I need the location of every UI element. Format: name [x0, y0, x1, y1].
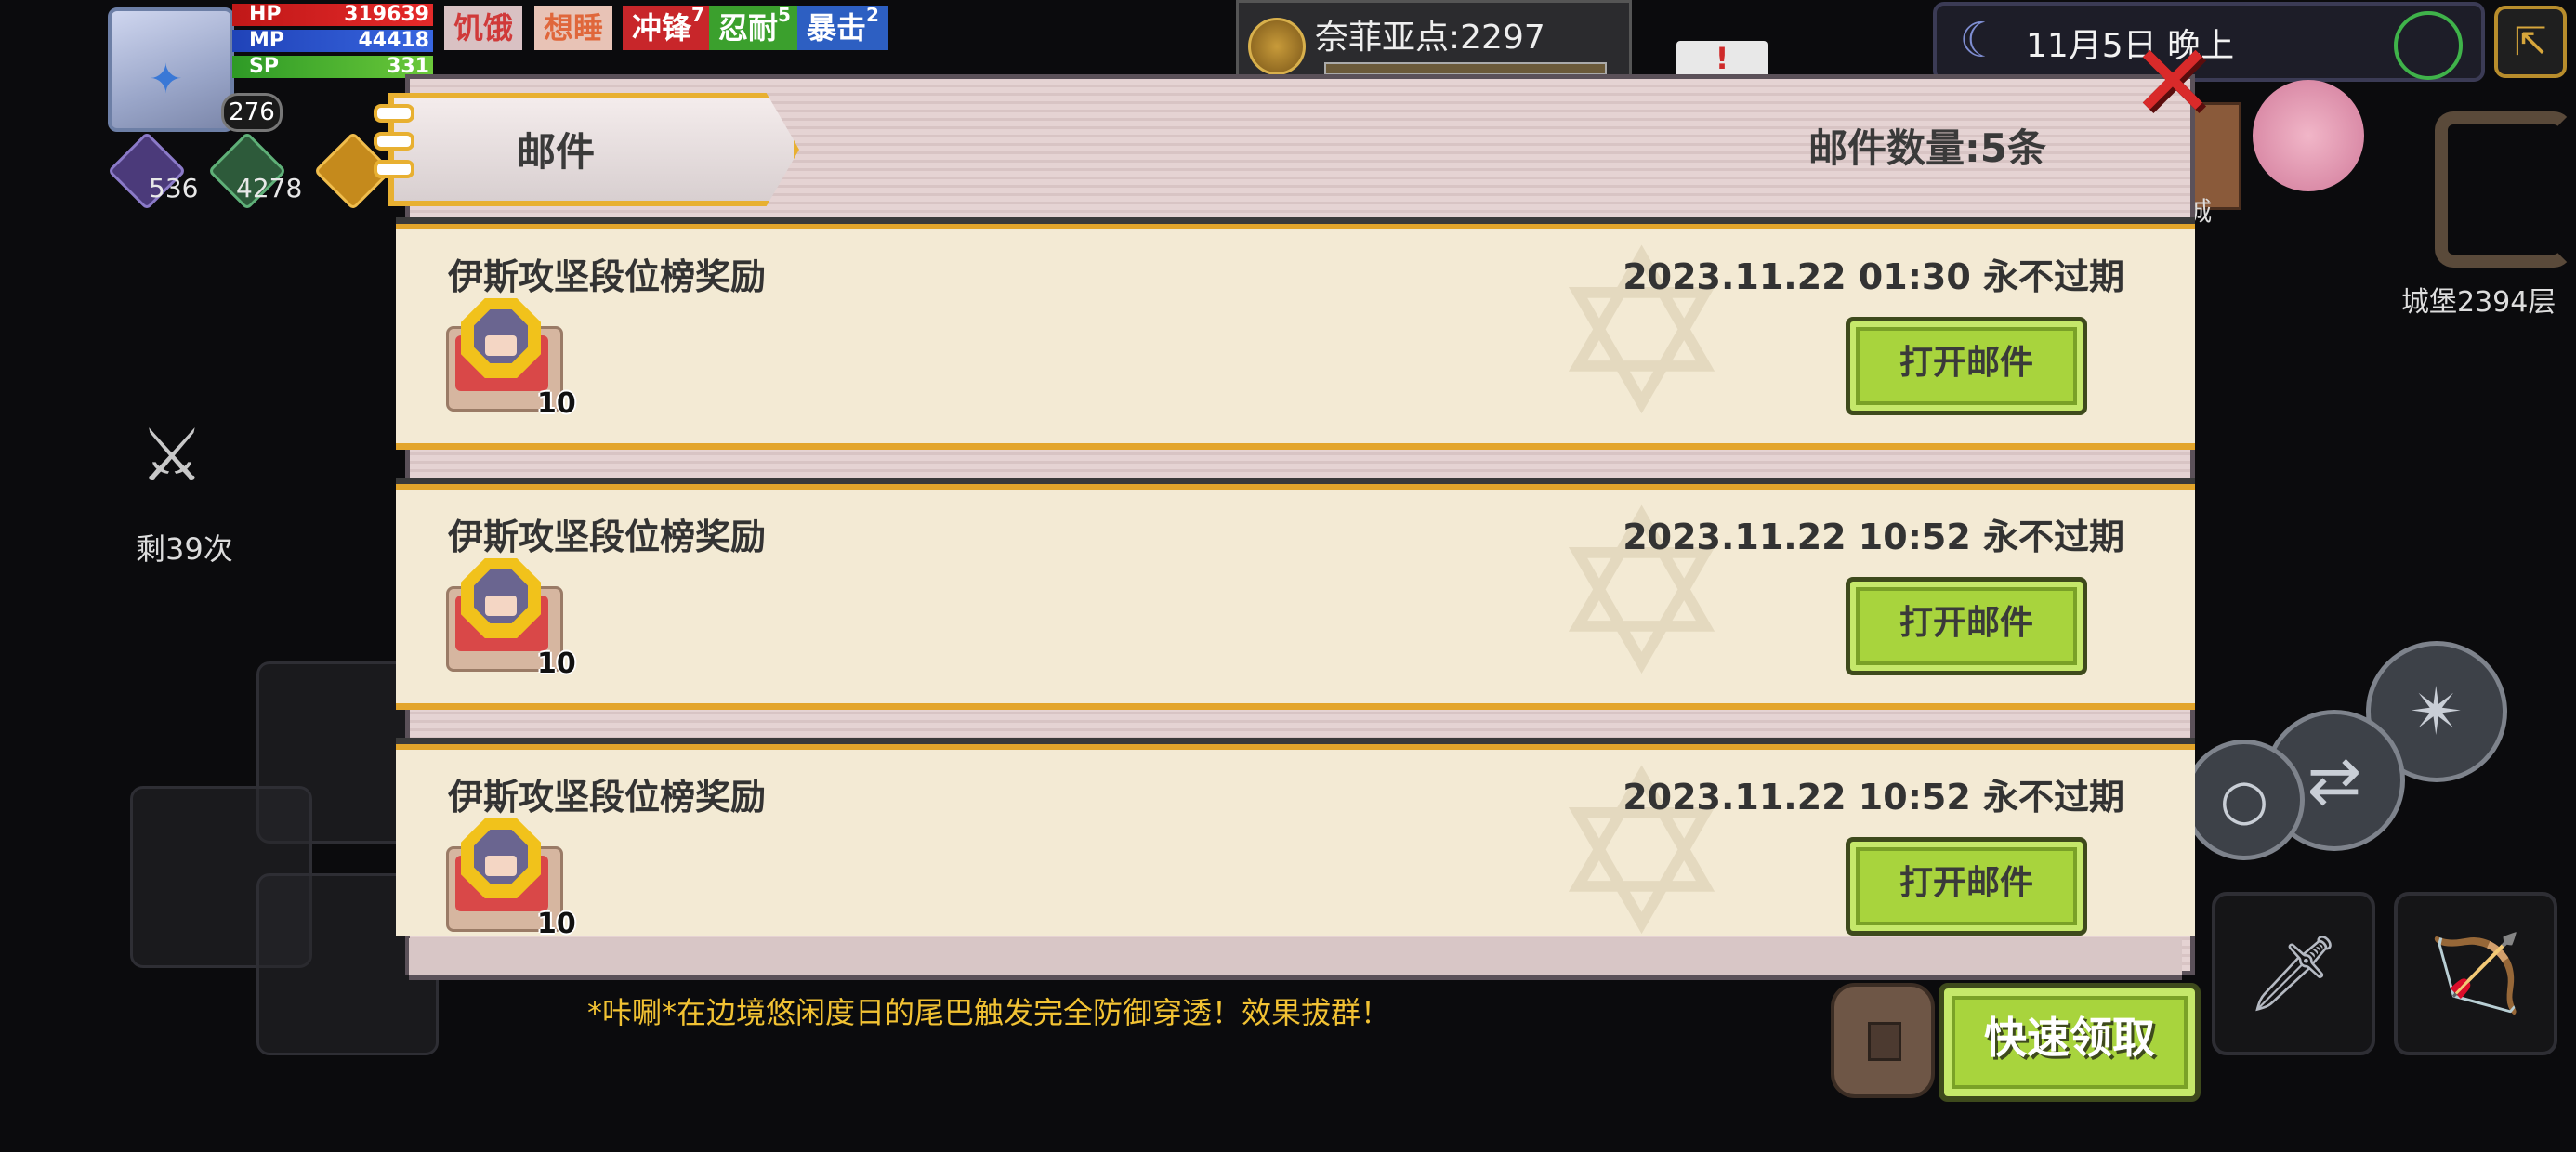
mail-item: ✡ 伊斯攻坚段位榜奖励 2023.11.22 01:30 永不过期 10 打开邮… — [396, 217, 2195, 450]
npc-portrait[interactable] — [2253, 80, 2364, 191]
open-mail-button[interactable]: 打开邮件 — [1846, 837, 2087, 936]
player-level: 276 — [221, 93, 283, 132]
bow-weapon-icon[interactable]: 🏹 — [2394, 892, 2557, 1055]
close-icon[interactable]: ✕ — [2128, 31, 2217, 133]
mail-subject: 伊斯攻坚段位榜奖励 — [448, 256, 767, 297]
mp-label: MP — [249, 29, 285, 52]
nephia-points: 奈菲亚点:2297 — [1315, 19, 1545, 57]
castle-floor: 城堡2394层 — [2401, 286, 2556, 319]
status-crit[interactable]: 暴击2 — [797, 6, 888, 50]
orb-count: 4278 — [236, 173, 303, 203]
search-icon[interactable]: ○ — [2184, 740, 2305, 860]
crystal-count: 536 — [149, 173, 199, 203]
backpack-icon[interactable] — [1831, 983, 1935, 1098]
quick-claim-button[interactable]: 快速领取 — [1939, 983, 2201, 1102]
combat-message: *咔唰*在边境悠闲度日的尾巴触发完全防御穿透！效果拔群！ — [587, 995, 1391, 1030]
minimap[interactable] — [2435, 111, 2572, 268]
exit-icon[interactable]: ⇱ — [2494, 6, 2567, 78]
sp-bar: SP 331 — [232, 56, 433, 78]
mail-title: 邮件 — [517, 129, 596, 175]
hp-label: HP — [249, 3, 282, 26]
mail-timestamp: 2023.11.22 10:52 永不过期 — [1623, 777, 2124, 818]
mail-panel-footer — [409, 938, 2182, 980]
status-charge[interactable]: 冲锋7 — [623, 6, 714, 50]
reward-item-icon[interactable]: 10 — [446, 818, 576, 940]
sp-label: SP — [249, 55, 279, 78]
mail-subject: 伊斯攻坚段位榜奖励 — [448, 517, 767, 557]
mail-count: 邮件数量:5条 — [1808, 125, 2047, 171]
mail-timestamp: 2023.11.22 10:52 永不过期 — [1623, 517, 2124, 557]
bow-icon: ✦ — [149, 56, 183, 103]
network-icon[interactable] — [2394, 11, 2463, 80]
mail-subject: 伊斯攻坚段位榜奖励 — [448, 777, 767, 818]
mail-title-tab: 邮件 — [388, 93, 799, 206]
mail-item: ✡ 伊斯攻坚段位榜奖励 2023.11.22 10:52 永不过期 10 打开邮… — [396, 478, 2195, 710]
crossed-swords-icon[interactable]: ⚔ — [139, 414, 204, 498]
reward-quantity: 10 — [537, 648, 576, 680]
remaining-attempts: 剩39次 — [136, 531, 233, 567]
binder-rings — [374, 104, 414, 190]
mp-bar: MP 44418 — [232, 30, 433, 52]
reward-quantity: 10 — [537, 387, 576, 420]
nephia-points-box[interactable]: 奈菲亚点:2297 — [1236, 0, 1632, 84]
hp-bar: HP 319639 — [232, 4, 433, 26]
reward-item-icon[interactable]: 10 — [446, 298, 576, 420]
open-mail-button[interactable]: 打开邮件 — [1846, 577, 2087, 675]
mail-item: ✡ 伊斯攻坚段位榜奖励 2023.11.22 10:52 永不过期 10 打开邮… — [396, 738, 2195, 965]
status-endure[interactable]: 忍耐5 — [709, 6, 800, 50]
moon-icon: ☾ — [1959, 13, 2003, 69]
mp-value: 44418 — [358, 29, 429, 52]
player-avatar[interactable]: ✦ — [108, 7, 234, 132]
reward-item-icon[interactable]: 10 — [446, 558, 576, 680]
nephia-emblem-icon — [1248, 18, 1306, 75]
mail-timestamp: 2023.11.22 01:30 永不过期 — [1623, 256, 2124, 297]
reward-quantity: 10 — [537, 908, 576, 940]
status-hungry[interactable]: 饥饿 — [444, 6, 523, 50]
sword-weapon-icon[interactable]: 🗡 — [2212, 892, 2375, 1055]
nephia-progress — [1324, 62, 1607, 75]
open-mail-button[interactable]: 打开邮件 — [1846, 317, 2087, 415]
hp-value: 319639 — [344, 3, 429, 26]
status-sleepy[interactable]: 想睡 — [534, 6, 613, 50]
